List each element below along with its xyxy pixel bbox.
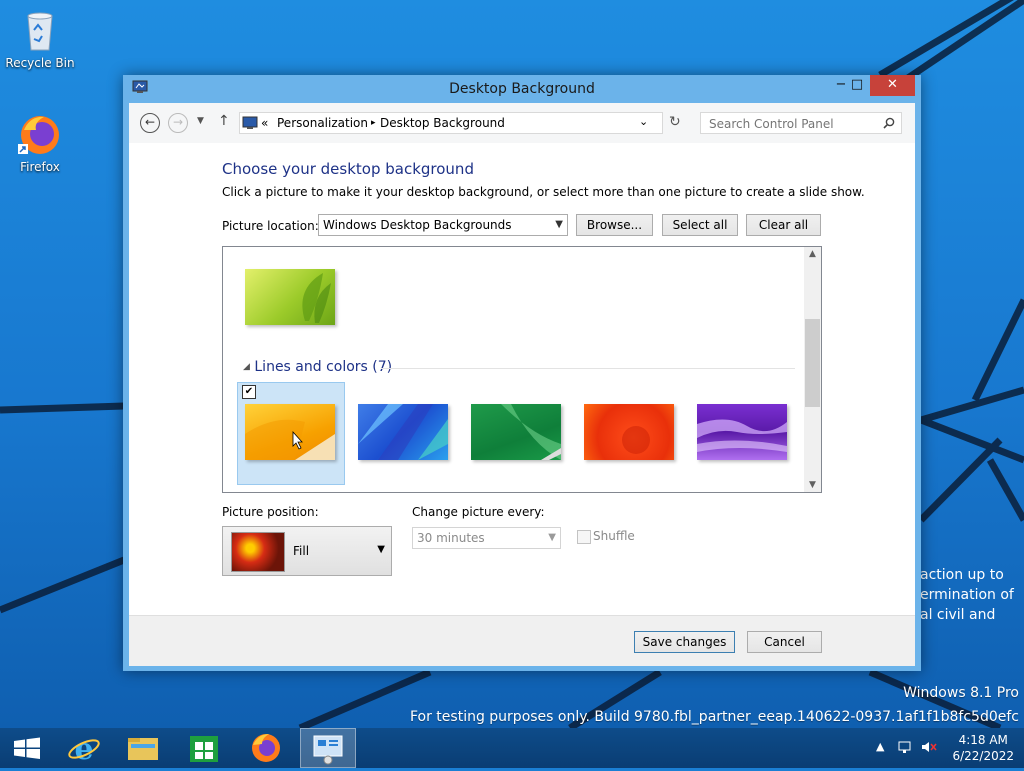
recycle-bin-desktop-icon[interactable]: Recycle Bin — [0, 6, 80, 70]
firefox-icon — [252, 734, 280, 762]
start-button[interactable] — [0, 728, 56, 768]
address-dropdown-chevron-icon[interactable]: ⌄ — [639, 115, 648, 128]
chevron-down-icon: ▼ — [377, 544, 385, 555]
group-divider — [381, 368, 795, 369]
taskbar-file-explorer[interactable] — [114, 728, 170, 768]
wallpaper-thumb-green-ribbon[interactable] — [471, 404, 561, 460]
wallpaper-checkbox-yellow[interactable]: ✔ — [242, 385, 256, 399]
control-panel-icon — [313, 735, 343, 765]
page-description: Click a picture to make it your desktop … — [222, 185, 865, 199]
wallpaper-thumb-purple-waves[interactable] — [697, 404, 787, 460]
search-icon[interactable] — [883, 117, 895, 129]
window-title: Desktop Background — [449, 81, 595, 97]
group-header-lines-and-colors[interactable]: ◢ Lines and colors (7) — [243, 359, 392, 375]
wallpaper-gallery[interactable]: ◢ Lines and colors (7) ✔ ▲ ▼ — [222, 246, 822, 493]
cancel-button[interactable]: Cancel — [747, 631, 822, 653]
picture-position-label: Picture position: — [222, 505, 319, 519]
breadcrumb-separator-icon[interactable]: ▸ — [371, 118, 376, 128]
watermark-edition: Windows 8.1 Pro — [903, 685, 1019, 701]
scrollbar-thumb[interactable] — [805, 319, 820, 407]
internet-explorer-icon: e — [68, 732, 100, 767]
watermark-build: For testing purposes only. Build 9780.fb… — [409, 709, 1019, 725]
firefox-desktop-icon[interactable]: Firefox — [0, 110, 80, 174]
scroll-up-arrow-icon[interactable]: ▲ — [804, 249, 821, 259]
close-button[interactable]: ✕ — [870, 75, 915, 96]
search-input[interactable] — [707, 114, 881, 134]
dialog-footer: Save changes Cancel — [129, 615, 915, 666]
picture-location-value: Windows Desktop Backgrounds — [323, 218, 512, 232]
address-bar[interactable]: « Personalization ▸ Desktop Background ⌄ — [239, 112, 663, 134]
browse-button[interactable]: Browse... — [576, 214, 653, 236]
wallpaper-thumb-yellow-orange[interactable] — [245, 404, 335, 460]
clear-all-button[interactable]: Clear all — [746, 214, 821, 236]
store-icon — [190, 736, 218, 762]
change-picture-label: Change picture every: — [412, 505, 545, 519]
select-all-button[interactable]: Select all — [662, 214, 738, 236]
breadcrumb-desktop-background[interactable]: Desktop Background — [380, 116, 505, 130]
refresh-icon[interactable]: ↻ — [669, 114, 681, 130]
page-title: Choose your desktop background — [222, 160, 474, 178]
taskbar-store[interactable] — [176, 728, 232, 768]
maximize-button[interactable]: □ — [842, 75, 872, 96]
wallpaper-thumb-red-orange[interactable] — [584, 404, 674, 460]
background-text-3: al civil and — [920, 607, 996, 623]
svg-text:e: e — [74, 732, 93, 767]
recycle-bin-label: Recycle Bin — [5, 56, 75, 70]
wallpaper-thumb-green-leaf[interactable] — [245, 269, 335, 325]
change-picture-value: 30 minutes — [417, 531, 485, 545]
navigation-bar: ← → ▼ ↑ « Personalization ▸ Desktop Back… — [129, 103, 915, 143]
clock-date: 6/22/2022 — [952, 749, 1014, 763]
background-text-1: action up to — [920, 567, 1004, 583]
collapse-triangle-icon[interactable]: ◢ — [243, 362, 250, 372]
breadcrumb-personalization[interactable]: Personalization — [277, 116, 368, 130]
shuffle-label: Shuffle — [593, 529, 635, 543]
picture-location-label: Picture location: — [222, 219, 319, 233]
forward-arrow-icon[interactable]: → — [168, 113, 188, 133]
clock-time: 4:18 AM — [958, 733, 1008, 747]
chevron-down-icon: ▼ — [548, 532, 556, 543]
address-prefix: « — [261, 116, 269, 130]
picture-position-value: Fill — [293, 544, 310, 558]
title-bar[interactable]: Desktop Background − □ ✕ — [123, 75, 921, 103]
window-client: ← → ▼ ↑ « Personalization ▸ Desktop Back… — [129, 103, 915, 666]
shuffle-checkbox[interactable] — [577, 530, 591, 544]
chevron-down-icon: ▼ — [555, 219, 563, 230]
control-panel-icon — [242, 116, 258, 129]
picture-location-dropdown[interactable]: Windows Desktop Backgrounds ▼ — [318, 214, 568, 236]
scroll-down-arrow-icon[interactable]: ▼ — [804, 480, 821, 490]
wallpaper-thumb-blue-facets[interactable] — [358, 404, 448, 460]
file-explorer-icon — [128, 738, 158, 760]
firefox-icon — [16, 110, 64, 158]
desktop-background-window: Desktop Background − □ ✕ ← → ▼ ↑ « Perso… — [123, 75, 921, 671]
taskbar: e ▲ 4:18 AM 6/22/2022 — [0, 728, 1024, 768]
group-title: Lines and colors (7) — [254, 359, 393, 375]
recent-locations-chevron-icon[interactable]: ▼ — [197, 116, 204, 126]
change-picture-interval-dropdown[interactable]: 30 minutes ▼ — [412, 527, 561, 549]
recycle-bin-icon — [16, 6, 64, 54]
search-box[interactable] — [700, 112, 902, 134]
fill-preview-icon — [231, 532, 285, 572]
taskbar-firefox[interactable] — [238, 728, 294, 768]
volume-muted-icon[interactable] — [920, 739, 938, 758]
start-icon — [14, 737, 40, 759]
taskbar-internet-explorer[interactable]: e — [56, 728, 112, 768]
background-text-2: ermination of — [920, 587, 1014, 603]
gallery-scrollbar[interactable]: ▲ ▼ — [804, 247, 821, 492]
up-arrow-icon[interactable]: ↑ — [218, 113, 230, 129]
show-hidden-icons-chevron-icon[interactable]: ▲ — [876, 740, 884, 753]
system-clock[interactable]: 4:18 AM 6/22/2022 — [952, 732, 1014, 764]
save-changes-button[interactable]: Save changes — [634, 631, 735, 653]
picture-position-dropdown[interactable]: Fill ▼ — [222, 526, 392, 576]
back-arrow-icon[interactable]: ← — [140, 113, 160, 133]
firefox-label: Firefox — [20, 160, 60, 174]
taskbar-control-panel[interactable] — [300, 728, 356, 768]
network-icon[interactable] — [897, 739, 913, 758]
